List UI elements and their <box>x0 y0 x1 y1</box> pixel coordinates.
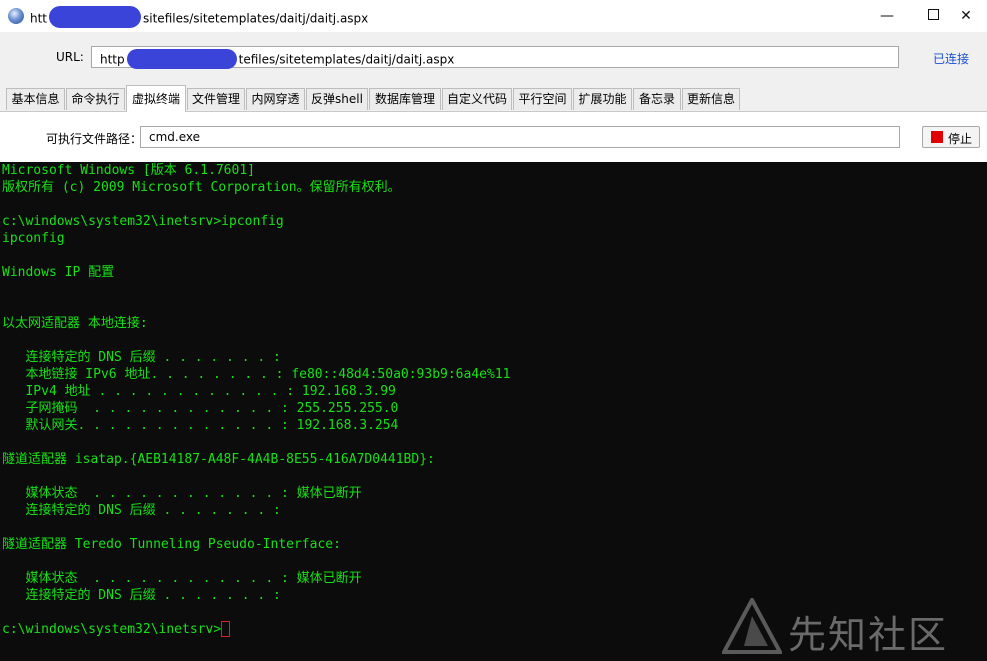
tab-reverse-shell[interactable]: 反弹shell <box>306 88 368 110</box>
stop-button[interactable]: 停止 <box>922 126 980 148</box>
terminal-line: 隧道适配器 Teredo Tunneling Pseudo-Interface: <box>2 537 341 552</box>
terminal-line: 连接特定的 DNS 后缀 . . . . . . . : <box>2 588 281 603</box>
tab-basic-info[interactable]: 基本信息 <box>6 88 65 110</box>
app-globe-icon <box>8 8 24 24</box>
url-label: URL: <box>56 50 84 64</box>
tab-update-info[interactable]: 更新信息 <box>682 88 740 110</box>
executable-row: 可执行文件路径： cmd.exe 停止 <box>0 112 987 162</box>
watermark: 先知社区 <box>722 598 972 657</box>
tab-intranet-tunnel[interactable]: 内网穿透 <box>246 88 305 110</box>
tab-file-manager[interactable]: 文件管理 <box>187 88 245 110</box>
tab-custom-code[interactable]: 自定义代码 <box>442 88 512 110</box>
xianzhi-logo-icon <box>722 598 782 654</box>
terminal-line: 默认网关. . . . . . . . . . . . . : 192.168.… <box>2 418 399 433</box>
terminal-line: Microsoft Windows [版本 6.1.7601] <box>2 163 255 178</box>
terminal-prompt: c:\windows\system32\inetsrv> <box>2 622 222 637</box>
minimize-button[interactable]: — <box>864 0 910 32</box>
watermark-text: 先知社区 <box>788 613 949 657</box>
tab-command-exec[interactable]: 命令执行 <box>66 88 125 110</box>
tab-parallel-space[interactable]: 平行空间 <box>513 88 572 110</box>
url-value-suffix: tefiles/sitetemplates/daitj/daitj.aspx <box>238 52 455 67</box>
redaction-mark <box>126 49 237 69</box>
close-icon: ✕ <box>960 8 972 24</box>
executable-path-input[interactable]: cmd.exe <box>140 126 900 148</box>
terminal-output[interactable]: Microsoft Windows [版本 6.1.7601] 版权所有 (c)… <box>0 162 987 661</box>
executable-path-label: 可执行文件路径： <box>46 132 143 146</box>
terminal-line: 隧道适配器 isatap.{AEB14187-A48F-4A4B-8E55-41… <box>2 452 435 467</box>
tab-memo[interactable]: 备忘录 <box>633 88 681 110</box>
tab-bar: 基本信息 命令执行 虚拟终端 文件管理 内网穿透 反弹shell 数据库管理 自… <box>0 82 987 112</box>
terminal-line: 子网掩码 . . . . . . . . . . . . : 255.255.2… <box>2 401 399 416</box>
maximize-icon <box>927 9 939 20</box>
window-title-prefix: htt <box>30 11 48 26</box>
url-value-prefix: http <box>100 52 125 67</box>
url-input[interactable]: http tefiles/sitetemplates/daitj/daitj.as… <box>91 46 899 70</box>
terminal-line: 版权所有 (c) 2009 Microsoft Corporation。保留所有… <box>2 180 401 195</box>
stop-label: 停止 <box>948 132 973 146</box>
executable-path-value: cmd.exe <box>149 130 201 144</box>
tab-virtual-terminal[interactable]: 虚拟终端 <box>126 85 186 112</box>
terminal-line: ipconfig <box>2 231 65 246</box>
terminal-line: 连接特定的 DNS 后缀 . . . . . . . : <box>2 503 281 518</box>
tab-database-manager[interactable]: 数据库管理 <box>369 88 441 110</box>
stop-icon <box>931 131 943 143</box>
tab-extensions[interactable]: 扩展功能 <box>573 88 632 110</box>
terminal-line: 媒体状态 . . . . . . . . . . . . : 媒体已断开 <box>2 571 362 586</box>
window-title-suffix: sitefiles/sitetemplates/daitj/daitj.aspx <box>143 11 369 26</box>
terminal-line: 媒体状态 . . . . . . . . . . . . : 媒体已断开 <box>2 486 362 501</box>
window-title: htt sitefiles/sitetemplates/daitj/daitj.a… <box>30 6 369 30</box>
terminal-prompt-line: c:\windows\system32\inetsrv> <box>2 620 231 638</box>
redaction-mark <box>49 6 142 28</box>
text-cursor <box>221 620 231 637</box>
minimize-icon: — <box>880 8 894 24</box>
url-value: http tefiles/sitetemplates/daitj/daitj.as… <box>100 49 455 70</box>
terminal-line: c:\windows\system32\inetsrv>ipconfig <box>2 214 284 229</box>
terminal-line: 本地链接 IPv6 地址. . . . . . . . : fe80::48d4… <box>2 367 511 382</box>
title-bar: htt sitefiles/sitetemplates/daitj/daitj.a… <box>0 0 987 32</box>
terminal-line: Windows IP 配置 <box>2 265 115 280</box>
connection-status: 已连接 <box>933 52 970 66</box>
terminal-line: 连接特定的 DNS 后缀 . . . . . . . : <box>2 350 281 365</box>
terminal-line: 以太网适配器 本地连接: <box>2 316 148 331</box>
terminal-line: IPv4 地址 . . . . . . . . . . . . : 192.16… <box>2 384 396 399</box>
url-row: URL: http tefiles/sitetemplates/daitj/dai… <box>0 32 987 82</box>
close-button[interactable]: ✕ <box>943 0 987 32</box>
